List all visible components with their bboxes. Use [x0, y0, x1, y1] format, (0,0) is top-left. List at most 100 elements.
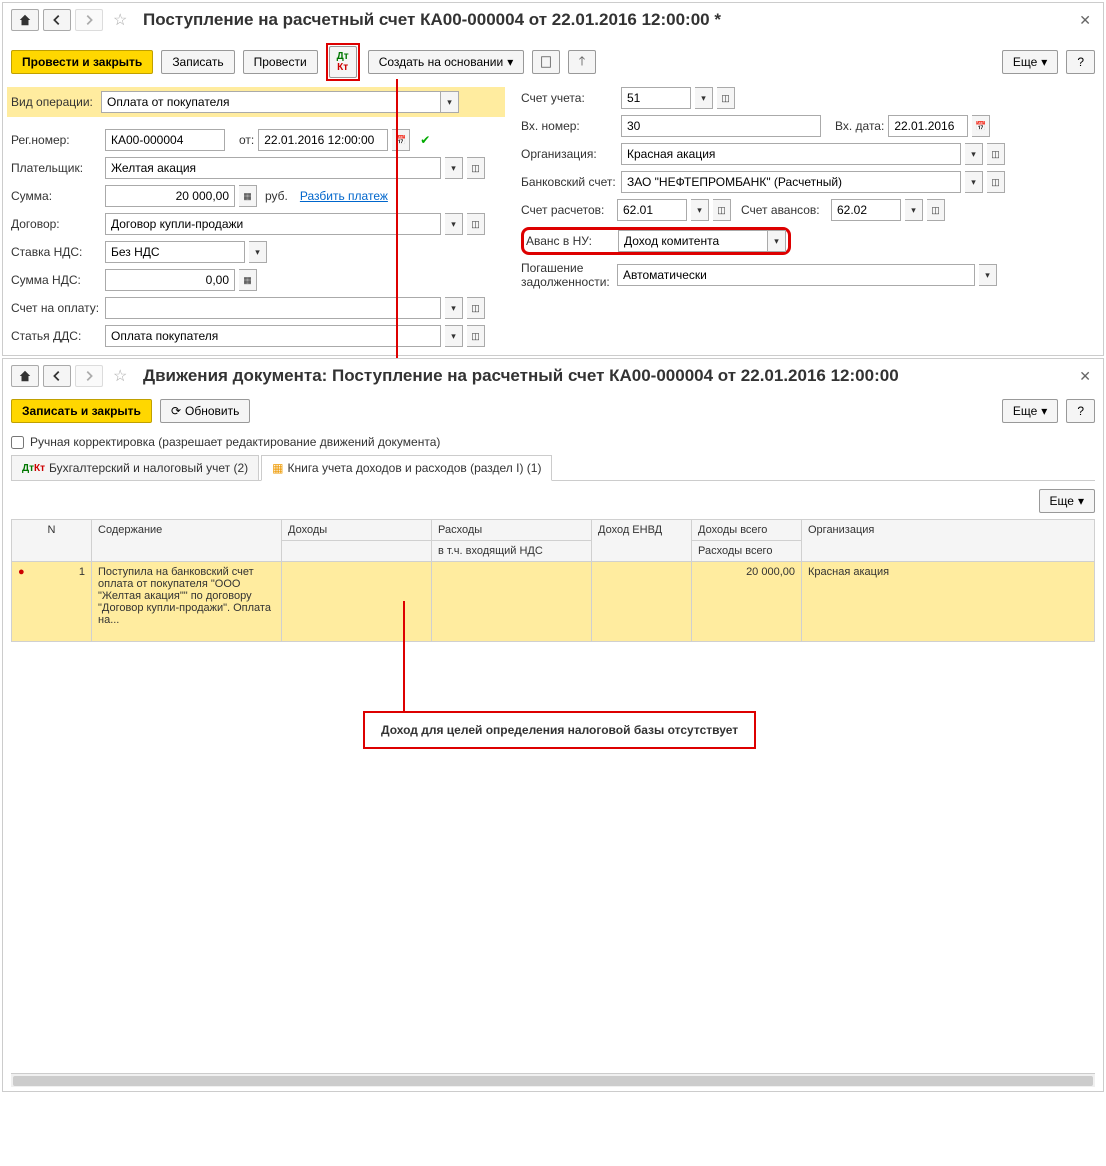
- op-type-label: Вид операции:: [11, 95, 101, 109]
- bank-label: Банковский счет:: [521, 175, 617, 189]
- invoice-input[interactable]: [105, 297, 441, 319]
- table-row[interactable]: ● 1 Поступила на банковский счет оплата …: [12, 562, 1095, 642]
- help-button[interactable]: ?: [1066, 50, 1095, 74]
- org-input[interactable]: [621, 143, 961, 165]
- payer-input[interactable]: [105, 157, 441, 179]
- save-button[interactable]: Записать: [161, 50, 234, 74]
- col-expense-total: Расходы всего: [692, 541, 802, 562]
- home-button[interactable]: [11, 9, 39, 31]
- cell-n: 1: [79, 566, 85, 578]
- window-title: Движения документа: Поступление на расче…: [143, 366, 1071, 386]
- post-and-close-button[interactable]: Провести и закрыть: [11, 50, 153, 74]
- back-button[interactable]: [43, 365, 71, 387]
- create-based-button[interactable]: Создать на основании ▾: [368, 50, 525, 74]
- tab-book[interactable]: ▦ Книга учета доходов и расходов (раздел…: [261, 455, 552, 481]
- post-button[interactable]: Провести: [243, 50, 318, 74]
- col-expense: Расходы: [432, 520, 592, 541]
- dropdown-button[interactable]: ▾: [691, 199, 709, 221]
- open-button[interactable]: ◫: [467, 213, 485, 235]
- calendar-button[interactable]: 📅: [392, 129, 410, 151]
- table-more-button[interactable]: Еще ▾: [1039, 489, 1095, 513]
- favorite-icon[interactable]: ☆: [113, 10, 133, 30]
- close-button[interactable]: ✕: [1075, 12, 1095, 29]
- col-income-total: Доходы всего: [692, 520, 802, 541]
- home-button[interactable]: [11, 365, 39, 387]
- advance-nu-input[interactable]: [618, 230, 768, 252]
- open-button[interactable]: ◫: [717, 87, 735, 109]
- dropdown-button[interactable]: ▾: [445, 325, 463, 347]
- dropdown-button[interactable]: ▾: [445, 213, 463, 235]
- document-window: ☆ Поступление на расчетный счет КА00-000…: [2, 2, 1104, 356]
- horizontal-scrollbar[interactable]: [11, 1073, 1095, 1087]
- attach-button[interactable]: [568, 50, 596, 74]
- tab-accounting[interactable]: ДтКт Бухгалтерский и налоговый учет (2): [11, 455, 259, 480]
- reg-num-label: Рег.номер:: [11, 133, 101, 147]
- col-content: Содержание: [92, 520, 282, 562]
- forward-button[interactable]: [75, 365, 103, 387]
- vat-rate-input[interactable]: [105, 241, 245, 263]
- dropdown-button[interactable]: ▾: [445, 157, 463, 179]
- dropdown-button[interactable]: ▾: [441, 91, 459, 113]
- settle-acc-input[interactable]: [617, 199, 687, 221]
- create-based-label: Создать на основании: [379, 55, 504, 69]
- dtkt-button[interactable]: ДтКт: [329, 46, 357, 78]
- open-button[interactable]: ◫: [467, 157, 485, 179]
- calendar-button[interactable]: 📅: [972, 115, 990, 137]
- help-button[interactable]: ?: [1066, 399, 1095, 423]
- scrollbar-thumb[interactable]: [13, 1076, 1093, 1086]
- dropdown-button[interactable]: ▾: [249, 241, 267, 263]
- account-input[interactable]: [621, 87, 691, 109]
- dropdown-button[interactable]: ▾: [979, 264, 997, 286]
- split-payment-link[interactable]: Разбить платеж: [300, 189, 388, 203]
- calculator-button[interactable]: ▦: [239, 185, 257, 207]
- bank-input[interactable]: [621, 171, 961, 193]
- open-button[interactable]: ◫: [713, 199, 731, 221]
- row-marker-icon: ●: [18, 566, 25, 578]
- reg-num-input[interactable]: [105, 129, 225, 151]
- refresh-button[interactable]: ⟳ Обновить: [160, 399, 250, 423]
- dropdown-button[interactable]: ▾: [905, 199, 923, 221]
- dropdown-button[interactable]: ▾: [768, 230, 786, 252]
- open-button[interactable]: ◫: [467, 297, 485, 319]
- sum-label: Сумма:: [11, 189, 101, 203]
- dds-input[interactable]: [105, 325, 441, 347]
- movements-window: ☆ Движения документа: Поступление на рас…: [2, 358, 1104, 1092]
- payer-label: Плательщик:: [11, 161, 101, 175]
- cell-envd: [592, 562, 692, 642]
- dropdown-button[interactable]: ▾: [965, 143, 983, 165]
- cell-org: Красная акация: [802, 562, 1095, 642]
- save-close-button[interactable]: Записать и закрыть: [11, 399, 152, 423]
- contract-input[interactable]: [105, 213, 441, 235]
- settle-acc-label: Счет расчетов:: [521, 203, 613, 217]
- open-button[interactable]: ◫: [987, 171, 1005, 193]
- open-button[interactable]: ◫: [927, 199, 945, 221]
- advance-acc-input[interactable]: [831, 199, 901, 221]
- dropdown-button[interactable]: ▾: [695, 87, 713, 109]
- dropdown-button[interactable]: ▾: [445, 297, 463, 319]
- tab-accounting-label: Бухгалтерский и налоговый учет (2): [49, 461, 248, 475]
- debt-input[interactable]: [617, 264, 975, 286]
- more-button[interactable]: Еще ▾: [1002, 50, 1058, 74]
- col-org: Организация: [802, 520, 1095, 562]
- sum-input[interactable]: [105, 185, 235, 207]
- close-button[interactable]: ✕: [1075, 368, 1095, 385]
- open-button[interactable]: ◫: [987, 143, 1005, 165]
- in-date-input[interactable]: [888, 115, 968, 137]
- op-type-input[interactable]: [101, 91, 441, 113]
- more-button[interactable]: Еще ▾: [1002, 399, 1058, 423]
- check-icon[interactable]: ✔: [420, 133, 430, 147]
- callout-annotation: Доход для целей определения налоговой ба…: [363, 711, 756, 749]
- from-date-input[interactable]: [258, 129, 388, 151]
- favorite-icon[interactable]: ☆: [113, 366, 133, 386]
- calculator-button[interactable]: ▦: [239, 269, 257, 291]
- print-button[interactable]: [532, 50, 560, 74]
- in-num-input[interactable]: [621, 115, 821, 137]
- open-button[interactable]: ◫: [467, 325, 485, 347]
- forward-button[interactable]: [75, 9, 103, 31]
- refresh-label: Обновить: [185, 404, 239, 418]
- vat-sum-input[interactable]: [105, 269, 235, 291]
- back-button[interactable]: [43, 9, 71, 31]
- manual-edit-checkbox[interactable]: [11, 436, 24, 449]
- dropdown-button[interactable]: ▾: [965, 171, 983, 193]
- dtkt-icon: ДтКт: [22, 463, 45, 474]
